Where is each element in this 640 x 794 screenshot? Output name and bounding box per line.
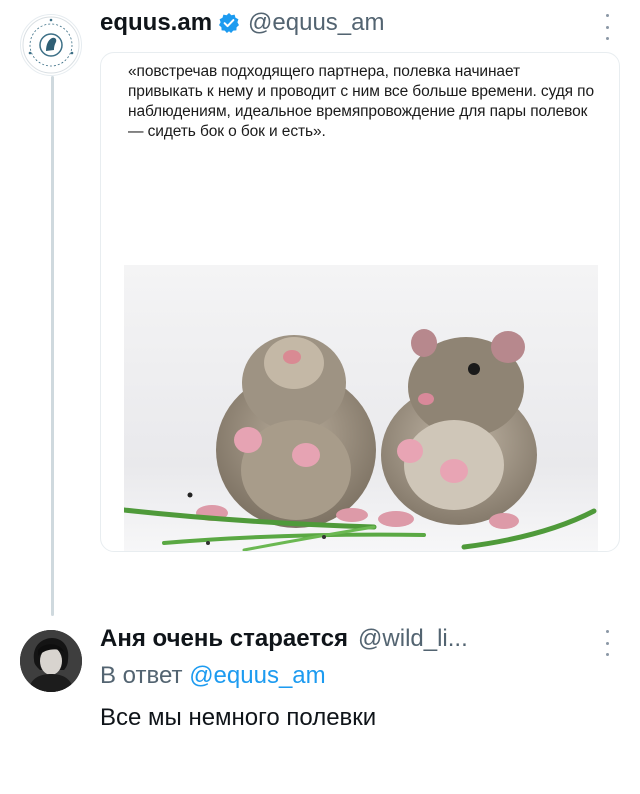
reply-author-name[interactable]: Аня очень старается: [100, 625, 348, 653]
hamsters-photo-image: [124, 265, 598, 551]
reply-author-handle[interactable]: @wild_li...: [358, 625, 468, 653]
reply-header: Аня очень старается @wild_li...: [100, 622, 468, 656]
reply-mention-link[interactable]: @equus_am: [189, 662, 325, 689]
tweet-header: equus.am @equus_am: [100, 6, 384, 40]
more-options-icon[interactable]: [597, 14, 617, 40]
verified-badge-icon: [219, 13, 240, 33]
quoted-text: «повстречав подходящего партнера, полевк…: [128, 63, 594, 140]
reply-more-options-icon[interactable]: [597, 630, 617, 656]
author-handle[interactable]: @equus_am: [248, 9, 384, 37]
replying-to-line: В ответ @equus_am: [100, 662, 326, 690]
author-name[interactable]: equus.am: [100, 9, 212, 37]
person-photo-icon: [20, 630, 82, 692]
author-avatar[interactable]: [20, 14, 82, 76]
thread-connector-line: [51, 76, 54, 616]
reply-text: Все мы немного полевки: [100, 704, 377, 731]
replying-to-label: В ответ: [100, 662, 183, 689]
equus-logo-icon: [22, 16, 80, 74]
tweet-photo[interactable]: [124, 265, 598, 551]
reply-author-avatar[interactable]: [20, 630, 82, 692]
